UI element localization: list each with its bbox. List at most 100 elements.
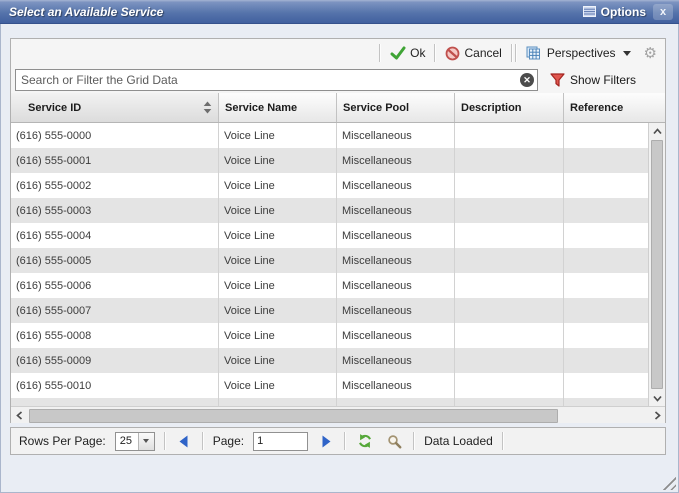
pager-bar: Rows Per Page: 25 Page: Data Loaded: [10, 427, 666, 455]
table-cell: (616) 555-0010: [11, 373, 219, 398]
toolbar-separator: [515, 44, 517, 62]
sort-icon[interactable]: [203, 101, 212, 114]
grid-header: Service ID Service Name Service Pool Des…: [11, 93, 665, 123]
horizontal-scrollbar[interactable]: [11, 406, 665, 423]
table-cell: [455, 373, 564, 398]
rows-per-page-select[interactable]: 25: [115, 432, 155, 451]
chevron-down-icon: [138, 433, 154, 450]
chevron-down-icon: [623, 51, 631, 56]
options-button[interactable]: Options: [583, 5, 646, 19]
table-cell: [455, 248, 564, 273]
resize-grip[interactable]: [661, 475, 676, 490]
table-cell: Voice Line: [219, 223, 337, 248]
table-cell: Miscellaneous: [337, 223, 455, 248]
table-cell: Miscellaneous: [337, 173, 455, 198]
pager-separator: [502, 432, 504, 450]
table-cell: [455, 148, 564, 173]
table-cell: [564, 148, 648, 173]
show-filters-button[interactable]: Show Filters: [550, 73, 636, 87]
table-row[interactable]: (616) 555-0011Voice LineMiscellaneous: [11, 398, 648, 406]
column-header-description[interactable]: Description: [455, 93, 564, 122]
table-cell: [455, 348, 564, 373]
table-cell: [564, 223, 648, 248]
table-cell: Miscellaneous: [337, 398, 455, 406]
ok-button[interactable]: Ok: [387, 44, 428, 62]
column-label: Description: [461, 102, 522, 114]
cancel-button[interactable]: Cancel: [442, 44, 504, 63]
table-cell: [564, 248, 648, 273]
column-header-service-pool[interactable]: Service Pool: [337, 93, 455, 122]
scroll-down-icon[interactable]: [649, 390, 665, 406]
search-row: ✕ Show Filters: [11, 67, 665, 93]
filter-funnel-icon: [550, 73, 565, 87]
table-cell: [455, 123, 564, 148]
table-cell: Voice Line: [219, 398, 337, 406]
column-header-service-id[interactable]: Service ID: [11, 93, 219, 122]
page-number-input[interactable]: [253, 432, 308, 451]
table-cell: [455, 273, 564, 298]
window-title: Select an Available Service: [9, 5, 583, 19]
options-grid-icon: [583, 6, 596, 17]
horizontal-scroll-thumb[interactable]: [29, 409, 558, 423]
table-cell: [564, 373, 648, 398]
scroll-left-icon[interactable]: [11, 407, 27, 423]
toolbar: Ok Cancel Perspectives ⚙: [11, 39, 665, 67]
table-cell: [564, 298, 648, 323]
perspectives-button[interactable]: Perspectives: [523, 44, 634, 63]
table-cell: [455, 173, 564, 198]
status-text: Data Loaded: [424, 434, 493, 448]
rows-per-page-label: Rows Per Page:: [19, 434, 106, 448]
table-cell: Miscellaneous: [337, 123, 455, 148]
search-icon[interactable]: [384, 432, 404, 450]
vertical-scrollbar[interactable]: [648, 123, 665, 406]
table-cell: (616) 555-0000: [11, 123, 219, 148]
table-row[interactable]: (616) 555-0008Voice LineMiscellaneous: [11, 323, 648, 348]
table-cell: Voice Line: [219, 248, 337, 273]
table-cell: (616) 555-0011: [11, 398, 219, 406]
table-cell: [455, 298, 564, 323]
table-cell: (616) 555-0004: [11, 223, 219, 248]
table-row[interactable]: (616) 555-0004Voice LineMiscellaneous: [11, 223, 648, 248]
table-row[interactable]: (616) 555-0003Voice LineMiscellaneous: [11, 198, 648, 223]
vertical-scroll-thumb[interactable]: [651, 140, 663, 389]
column-header-reference[interactable]: Reference: [564, 93, 665, 122]
rows-per-page-value: 25: [116, 433, 138, 450]
table-row[interactable]: (616) 555-0001Voice LineMiscellaneous: [11, 148, 648, 173]
table-cell: Miscellaneous: [337, 348, 455, 373]
table-cell: Miscellaneous: [337, 323, 455, 348]
toolbar-separator: [511, 44, 513, 62]
table-row[interactable]: (616) 555-0000Voice LineMiscellaneous: [11, 123, 648, 148]
perspectives-label: Perspectives: [547, 46, 616, 60]
refresh-icon[interactable]: [355, 432, 375, 450]
toolbar-separator: [379, 44, 381, 62]
table-cell: (616) 555-0003: [11, 198, 219, 223]
search-input[interactable]: [15, 69, 538, 91]
gear-icon[interactable]: ⚙: [644, 46, 657, 61]
table-row[interactable]: (616) 555-0007Voice LineMiscellaneous: [11, 298, 648, 323]
table-row[interactable]: (616) 555-0010Voice LineMiscellaneous: [11, 373, 648, 398]
table-row[interactable]: (616) 555-0005Voice LineMiscellaneous: [11, 248, 648, 273]
table-cell: Miscellaneous: [337, 273, 455, 298]
table-cell: Miscellaneous: [337, 148, 455, 173]
show-filters-label: Show Filters: [570, 73, 636, 87]
table-cell: [564, 398, 648, 406]
table-cell: Voice Line: [219, 348, 337, 373]
close-icon[interactable]: x: [653, 4, 673, 20]
pager-separator: [413, 432, 415, 450]
table-row[interactable]: (616) 555-0009Voice LineMiscellaneous: [11, 348, 648, 373]
column-label: Service Name: [225, 102, 297, 114]
options-label: Options: [601, 5, 646, 19]
previous-page-button[interactable]: [175, 432, 193, 450]
column-header-service-name[interactable]: Service Name: [219, 93, 337, 122]
scroll-right-icon[interactable]: [649, 407, 665, 423]
scroll-up-icon[interactable]: [649, 123, 665, 139]
table-cell: Miscellaneous: [337, 373, 455, 398]
table-cell: (616) 555-0002: [11, 173, 219, 198]
table-row[interactable]: (616) 555-0002Voice LineMiscellaneous: [11, 173, 648, 198]
table-row[interactable]: (616) 555-0006Voice LineMiscellaneous: [11, 273, 648, 298]
clear-search-icon[interactable]: ✕: [520, 73, 534, 87]
toolbar-separator: [434, 44, 436, 62]
next-page-button[interactable]: [317, 432, 335, 450]
table-cell: [564, 348, 648, 373]
table-cell: (616) 555-0005: [11, 248, 219, 273]
